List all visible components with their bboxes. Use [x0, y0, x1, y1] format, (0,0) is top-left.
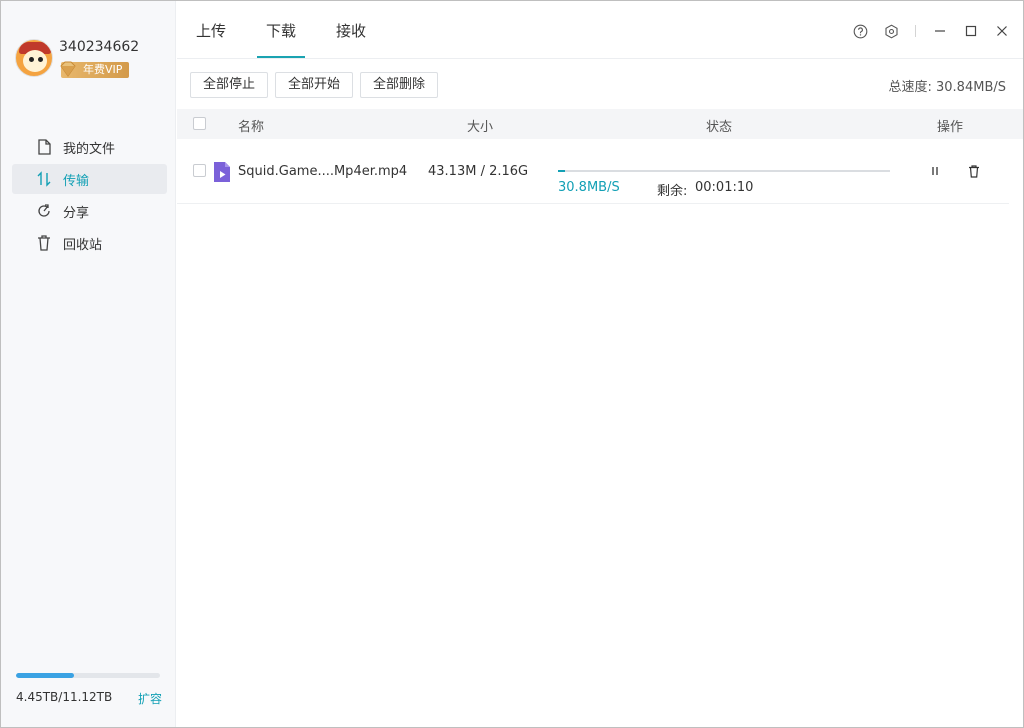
- total-speed: 总速度: 30.84MB/S: [888, 80, 1007, 95]
- trash-icon: [36, 235, 52, 251]
- delete-icon[interactable]: [964, 161, 984, 181]
- sidebar-item-recycle-bin[interactable]: 回收站: [12, 228, 167, 258]
- stop-all-button[interactable]: 全部停止: [190, 72, 269, 98]
- file-icon: [36, 139, 52, 155]
- table-row: Squid.Game....Mp4er.mp4 43.13M / 2.16G 3…: [177, 139, 1009, 204]
- sidebar-nav: 我的文件 传输 分享 回收站: [12, 132, 167, 260]
- storage-text: 4.45TB/11.12TB: [16, 690, 113, 704]
- tab-download[interactable]: 下载: [257, 1, 305, 59]
- storage-bar-fill: [16, 673, 74, 678]
- sidebar-item-label: 回收站: [63, 237, 103, 253]
- pause-icon[interactable]: [925, 161, 945, 181]
- avatar-eye-left: [29, 57, 34, 62]
- start-all-button[interactable]: 全部开始: [275, 72, 354, 98]
- app-window: 340234662 年费VIP 我的文件 传输 分享 回收站 4.45TB/11…: [0, 0, 1024, 728]
- close-icon[interactable]: [991, 21, 1013, 41]
- avatar-face: [23, 50, 47, 72]
- tab-bar: 上传 下载 接收: [177, 1, 1023, 59]
- tab-receive[interactable]: 接收: [335, 1, 367, 59]
- minimize-icon[interactable]: [929, 21, 951, 41]
- username: 340234662: [59, 39, 140, 55]
- download-progress-bar: [558, 170, 890, 172]
- transfer-icon: [36, 171, 52, 187]
- column-name-header: 名称: [238, 120, 265, 135]
- delete-all-button[interactable]: 全部删除: [360, 72, 439, 98]
- remaining-time: 00:01:10: [695, 180, 754, 195]
- column-size-header: 大小: [467, 120, 494, 135]
- column-actions-header: 操作: [937, 120, 964, 135]
- avatar[interactable]: [15, 39, 53, 77]
- sidebar-item-label: 分享: [63, 205, 90, 221]
- sidebar-item-my-files[interactable]: 我的文件: [12, 132, 167, 162]
- download-progress-fill: [558, 170, 565, 172]
- table-header: 名称 大小 状态 操作: [177, 109, 1023, 139]
- sidebar-item-share[interactable]: 分享: [12, 196, 167, 226]
- sidebar-item-label: 我的文件: [63, 141, 116, 157]
- storage-usage: 4.45TB/11.12TB 扩容: [16, 673, 162, 706]
- column-status-header: 状态: [706, 120, 733, 135]
- sidebar-item-transfer[interactable]: 传输: [12, 164, 167, 194]
- sidebar: 340234662 年费VIP 我的文件 传输 分享 回收站 4.45TB/11…: [1, 1, 176, 727]
- avatar-eye-right: [38, 57, 43, 62]
- help-icon[interactable]: [849, 21, 871, 41]
- toolbar: 全部停止 全部开始 全部删除 总速度: 30.84MB/S: [190, 72, 1010, 99]
- remaining-label: 剩余:: [657, 184, 688, 199]
- row-checkbox[interactable]: [193, 164, 206, 177]
- download-speed: 30.8MB/S: [558, 180, 620, 195]
- select-all-checkbox[interactable]: [193, 117, 206, 130]
- expand-storage-link[interactable]: 扩容: [138, 690, 162, 707]
- file-size: 43.13M / 2.16G: [428, 164, 529, 179]
- settings-icon[interactable]: [880, 21, 902, 41]
- controls-divider: [915, 25, 916, 37]
- file-name[interactable]: Squid.Game....Mp4er.mp4: [238, 164, 407, 179]
- tab-upload[interactable]: 上传: [195, 1, 227, 59]
- storage-bar: [16, 673, 160, 678]
- maximize-icon[interactable]: [960, 21, 982, 41]
- sidebar-item-label: 传输: [63, 173, 90, 189]
- share-icon: [36, 203, 52, 219]
- video-file-icon: [214, 162, 230, 182]
- window-controls: [840, 21, 1013, 41]
- diamond-icon: [60, 61, 76, 77]
